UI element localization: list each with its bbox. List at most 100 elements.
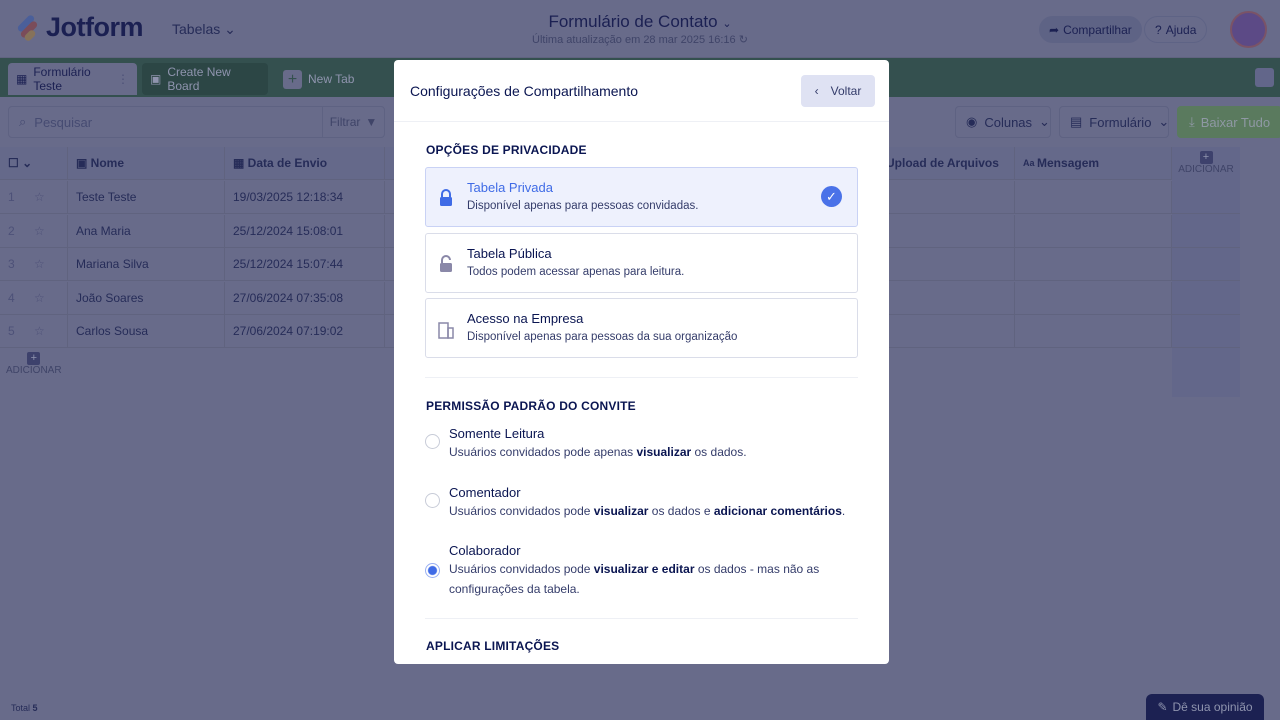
permission-desc: Usuários convidados pode apenas visualiz… — [449, 442, 869, 462]
cell-nome[interactable]: Mariana Silva — [68, 248, 225, 280]
column-header-nome[interactable]: ▣ Nome — [68, 147, 225, 179]
text-type-icon: ▣ — [76, 156, 91, 170]
column-label: Nome — [90, 156, 125, 170]
filter-button[interactable]: Filtrar ▼ — [322, 107, 384, 137]
top-header: Jotform Tabelas ⌄ Formulário de Contato … — [0, 0, 1280, 58]
cell-text: Ana Maria — [76, 223, 131, 238]
refresh-icon[interactable]: ↻ — [739, 34, 748, 46]
cell-mensagem[interactable] — [1015, 181, 1172, 213]
tab-formulario-teste[interactable]: ▦ Formulário Teste ⋮ — [8, 63, 137, 95]
cell-mensagem[interactable] — [1015, 214, 1172, 247]
filter-label: Filtrar — [329, 115, 361, 129]
back-button[interactable]: ‹ Voltar — [801, 75, 875, 107]
cell-text: 27/06/2024 07:35:08 — [233, 290, 344, 305]
cell-nome[interactable]: João Soares — [68, 281, 225, 314]
cell-text: Mariana Silva — [76, 257, 149, 271]
cell-data[interactable]: 27/06/2024 07:19:02 — [225, 315, 385, 347]
share-button[interactable]: ➦ Compartilhar — [1039, 16, 1142, 43]
cell-nome[interactable]: Carlos Sousa — [68, 315, 225, 347]
desc-text: Usuários convidados pode — [449, 504, 594, 518]
help-label: Ajuda — [1165, 22, 1197, 37]
last-updated-text: Última atualização em 28 mar 2025 16:16 — [532, 34, 736, 46]
row-index: 3 — [8, 257, 15, 271]
new-tab-button[interactable]: + New Tab — [275, 63, 362, 95]
unlock-icon — [440, 255, 452, 272]
add-row-label: ADICIONAR — [6, 365, 62, 376]
cell-mensagem[interactable] — [1015, 315, 1172, 347]
plus-icon: + — [1199, 151, 1213, 164]
radio-button[interactable] — [425, 434, 440, 449]
star-icon[interactable]: ☆ — [34, 291, 45, 305]
cell-text: Teste Teste — [76, 190, 137, 204]
star-icon[interactable]: ☆ — [34, 324, 45, 338]
privacy-heading: OPÇÕES DE PRIVACIDADE — [426, 143, 587, 157]
column-header-upload[interactable]: Upload de Arquivos — [870, 147, 1015, 179]
cell-mensagem[interactable] — [1015, 281, 1172, 314]
total-value: 5 — [32, 703, 38, 713]
help-button[interactable]: ? Ajuda — [1144, 16, 1208, 43]
privacy-option-company[interactable]: Acesso na Empresa Disponível apenas para… — [425, 298, 858, 358]
permission-desc: Usuários convidados pode visualizar e ed… — [449, 559, 869, 599]
columns-button[interactable]: ◉ Colunas ⌄ — [955, 106, 1051, 138]
select-all-checkbox[interactable]: ☐ ⌄ — [0, 147, 68, 179]
cell-text: 25/12/2024 15:07:44 — [233, 257, 344, 271]
chevron-down-icon: ⌄ — [722, 18, 732, 30]
permission-heading: PERMISSÃO PADRÃO DO CONVITE — [426, 399, 636, 413]
cell-nome[interactable]: Teste Teste — [68, 181, 225, 213]
star-icon[interactable]: ☆ — [34, 257, 45, 271]
column-header-data[interactable]: ▦ Data de Envio — [225, 147, 385, 179]
feedback-button[interactable]: ✎ Dê sua opinião — [1146, 694, 1264, 720]
option-desc: Disponível apenas para pessoas convidada… — [467, 200, 699, 212]
cell-text: Carlos Sousa — [76, 324, 149, 338]
total-count: Total 5 — [11, 703, 38, 713]
search-placeholder: Pesquisar — [34, 114, 93, 130]
cell-data[interactable]: 27/06/2024 07:35:08 — [225, 281, 385, 314]
add-row-button[interactable]: + ADICIONAR — [6, 352, 62, 376]
form-icon: ▤ — [1070, 114, 1083, 129]
form-button[interactable]: ▤ Formulário ⌄ — [1059, 106, 1169, 138]
download-all-button[interactable]: ⤓ Baixar Tudo — [1177, 106, 1280, 138]
column-header-mensagem[interactable]: Aa Mensagem — [1015, 147, 1172, 179]
cell-upload[interactable] — [870, 214, 1015, 247]
privacy-option-public[interactable]: Tabela Pública Todos podem acessar apena… — [425, 233, 858, 293]
columns-label: Colunas — [984, 114, 1033, 130]
cell-data[interactable]: 25/12/2024 15:07:44 — [225, 248, 385, 280]
cell-upload[interactable] — [870, 281, 1015, 314]
checkmark-icon: ✓ — [821, 186, 842, 207]
create-new-board-button[interactable]: ▣ Create New Board — [142, 63, 268, 95]
column-label: Upload de Arquivos — [886, 156, 999, 170]
radio-button[interactable] — [425, 563, 440, 578]
plus-icon: + — [27, 352, 41, 365]
cell-mensagem[interactable] — [1015, 248, 1172, 280]
desc-text: os dados. — [691, 445, 747, 459]
avatar[interactable] — [1230, 11, 1267, 48]
cell-data[interactable]: 19/03/2025 12:18:34 — [225, 181, 385, 213]
form-title: Formulário de Contato — [548, 12, 718, 31]
cell-data[interactable]: 25/12/2024 15:08:01 — [225, 214, 385, 247]
option-title: Tabela Privada — [467, 180, 553, 195]
row-number: 1 ☆ — [0, 181, 68, 213]
privacy-option-private[interactable]: Tabela Privada Disponível apenas para pe… — [425, 167, 858, 227]
share-label: Compartilhar — [1063, 22, 1132, 37]
radio-button[interactable] — [425, 493, 440, 508]
permission-title: Comentador — [449, 485, 521, 500]
star-icon[interactable]: ☆ — [34, 190, 45, 204]
new-tab-label: New Tab — [308, 72, 355, 86]
option-desc: Todos podem acessar apenas para leitura. — [467, 266, 685, 278]
row-index: 2 — [8, 223, 15, 238]
option-title: Tabela Pública — [467, 246, 552, 261]
desc-text: Usuários convidados pode apenas — [449, 445, 637, 459]
more-vertical-icon[interactable]: ⋮ — [117, 72, 129, 86]
cell-upload[interactable] — [870, 248, 1015, 280]
hamburger-menu-icon[interactable] — [1255, 68, 1274, 87]
cell-upload[interactable] — [870, 315, 1015, 347]
board-add-icon: ▣ — [150, 72, 162, 86]
cell-upload[interactable] — [870, 181, 1015, 213]
star-icon[interactable]: ☆ — [34, 224, 45, 238]
desc-bold: visualizar e editar — [593, 562, 695, 576]
cell-text: João Soares — [76, 290, 144, 305]
back-label: Voltar — [830, 84, 862, 98]
divider — [425, 618, 858, 619]
search-input[interactable]: ⌕ Pesquisar Filtrar ▼ — [8, 106, 385, 138]
cell-nome[interactable]: Ana Maria — [68, 214, 225, 247]
